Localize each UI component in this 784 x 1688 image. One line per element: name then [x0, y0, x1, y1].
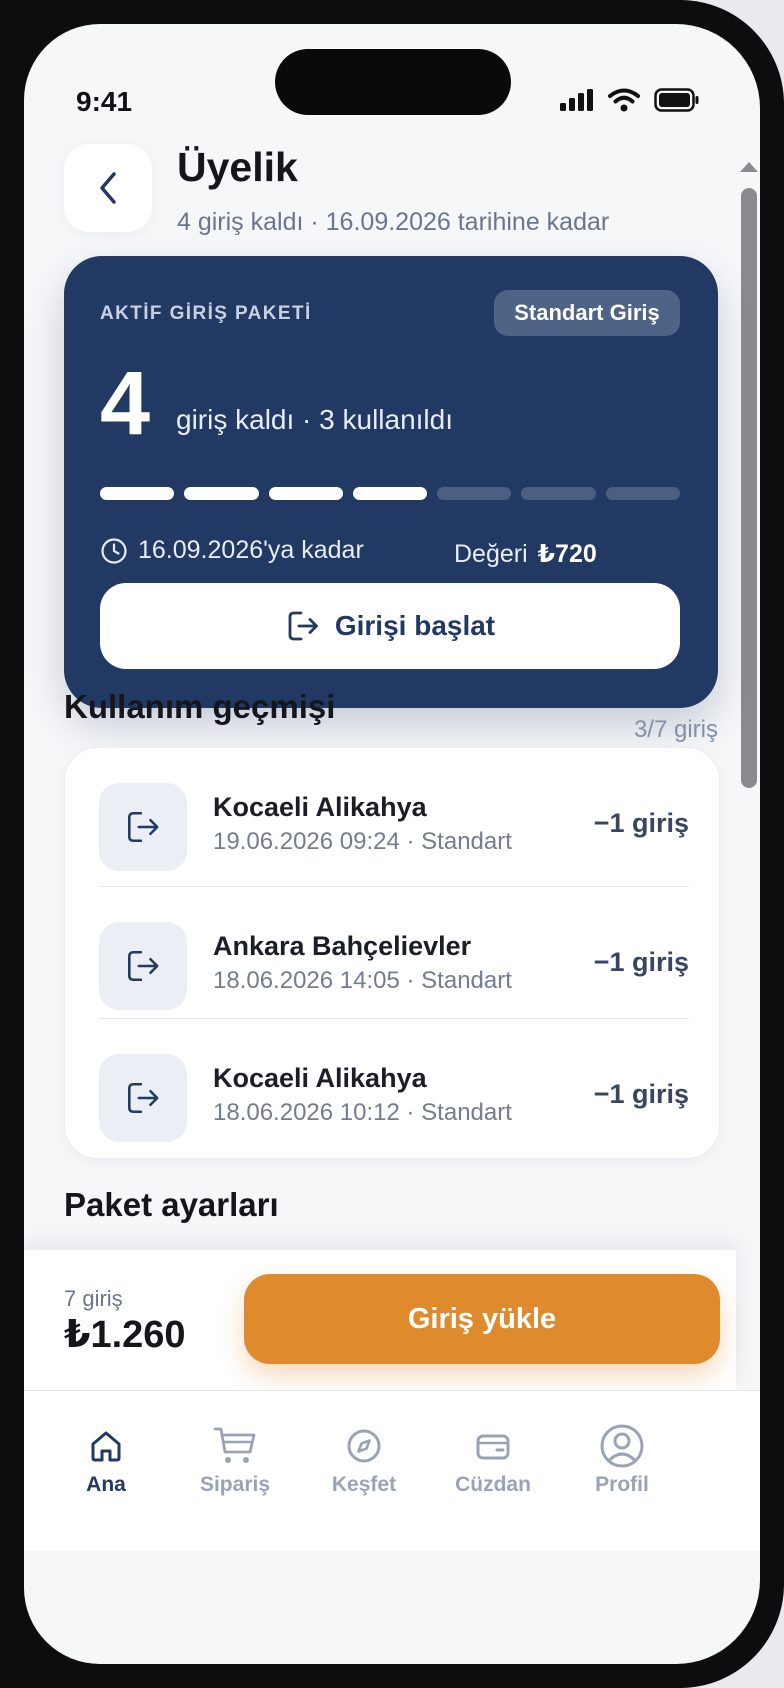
- scrollbar[interactable]: [736, 142, 760, 1500]
- profile-icon: [600, 1424, 644, 1468]
- card-label: AKTİF GİRİŞ PAKETİ: [100, 303, 312, 324]
- history-count: 3/7 giriş: [633, 716, 718, 743]
- history-item-subtitle: 18.06.2026 10:12 · Standart: [213, 1099, 512, 1126]
- screen: 9:41 Üyelik 4 giriş kaldı · 16.09.2026 t…: [24, 24, 760, 1664]
- package-value: Değeri ₺720: [454, 539, 597, 569]
- tab-bar: Ana Sipariş Keşfet Cüzdan Profil: [24, 1390, 760, 1551]
- start-entry-label: Girişi başlat: [334, 610, 496, 641]
- exit-icon: [288, 611, 318, 641]
- value-label: Değeri: [454, 540, 528, 568]
- progress-segment-used: [521, 487, 596, 500]
- value-amount: ₺720: [537, 540, 597, 568]
- progress-segment-used: [605, 487, 680, 500]
- tab-label: Keşfet: [331, 1473, 397, 1496]
- history-item[interactable]: Kocaeli Alikahya 19.06.2026 09:24 · Stan…: [99, 748, 689, 880]
- remaining-label: giriş kaldı · 3 kullanıldı: [176, 404, 454, 435]
- progress-segment-remaining: [268, 487, 343, 500]
- remaining-count: 4: [100, 354, 151, 454]
- history-item-title: Kocaeli Alikahya: [213, 792, 427, 822]
- history-item-subtitle: 19.06.2026 09:24 · Standart: [213, 828, 512, 855]
- status-icons: [560, 88, 700, 112]
- exit-icon: [128, 812, 159, 842]
- tab-label: Cüzdan: [455, 1473, 531, 1496]
- progress-segment-remaining: [184, 487, 259, 500]
- usage-progress: [100, 487, 680, 500]
- history-list: Kocaeli Alikahya 19.06.2026 09:24 · Stan…: [64, 747, 720, 1159]
- history-item-title: Ankara Bahçelievler: [213, 931, 472, 961]
- page-title: Üyelik: [177, 144, 298, 190]
- expiry-date: 16.09.2026'ya kadar: [138, 536, 364, 564]
- status-time: 9:41: [76, 86, 133, 117]
- exit-icon: [128, 1083, 159, 1113]
- history-item-amount: −1 giriş: [593, 808, 689, 838]
- exit-icon-container: [99, 922, 187, 1010]
- home-icon: [91, 1431, 121, 1462]
- tab-label: Profil: [595, 1473, 649, 1496]
- expiry-info: 16.09.2026'ya kadar: [100, 536, 364, 565]
- scroll-up-arrow[interactable]: [740, 162, 758, 172]
- tab-label: Ana: [86, 1473, 126, 1496]
- wallet-icon: [476, 1434, 510, 1460]
- load-entries-button[interactable]: Giriş yükle: [244, 1274, 720, 1364]
- history-item[interactable]: Kocaeli Alikahya 18.06.2026 10:12 · Stan…: [99, 1018, 689, 1151]
- exit-icon-container: [99, 783, 187, 871]
- battery-icon: [654, 88, 699, 112]
- signal-icon: [560, 89, 593, 111]
- compass-icon: [347, 1429, 381, 1463]
- back-button[interactable]: [64, 144, 152, 232]
- progress-segment-remaining: [100, 487, 175, 500]
- tab-profil[interactable]: Profil: [562, 1423, 682, 1497]
- active-package-card: AKTİF GİRİŞ PAKETİ Standart Giriş 4 giri…: [64, 256, 718, 708]
- dynamic-island: [275, 49, 511, 115]
- page-subtitle: 4 giriş kaldı · 16.09.2026 tarihine kada…: [177, 208, 610, 236]
- chevron-left-icon: [100, 172, 116, 204]
- purchase-price: ₺1.260: [64, 1314, 186, 1356]
- history-item[interactable]: Ankara Bahçelievler 18.06.2026 14:05 · S…: [99, 886, 689, 1019]
- tab-label: Sipariş: [199, 1473, 271, 1496]
- purchase-bar: 7 giriş ₺1.260 Giriş yükle: [24, 1250, 736, 1390]
- tab-ana[interactable]: Ana: [46, 1423, 166, 1497]
- progress-segment-used: [437, 487, 512, 500]
- phone-frame: 9:41 Üyelik 4 giriş kaldı · 16.09.2026 t…: [0, 0, 784, 1688]
- exit-icon: [128, 951, 159, 981]
- tab-kesfet[interactable]: Keşfet: [304, 1423, 424, 1497]
- start-entry-button[interactable]: Girişi başlat: [100, 583, 680, 669]
- scrollbar-thumb[interactable]: [741, 188, 757, 788]
- history-item-subtitle: 18.06.2026 14:05 · Standart: [213, 967, 512, 994]
- settings-title: Paket ayarları: [64, 1186, 279, 1223]
- clock-icon: [101, 537, 127, 564]
- history-item-amount: −1 giriş: [593, 947, 689, 977]
- progress-segment-remaining: [352, 487, 428, 500]
- package-type-badge: Standart Giriş: [494, 290, 680, 336]
- history-title: Kullanım geçmişi: [64, 688, 336, 725]
- history-item-title: Kocaeli Alikahya: [213, 1063, 427, 1093]
- tab-siparis[interactable]: Sipariş: [175, 1423, 295, 1497]
- wifi-icon: [608, 88, 640, 112]
- tab-cuzdan[interactable]: Cüzdan: [433, 1423, 553, 1497]
- cart-icon: [213, 1427, 256, 1463]
- history-item-amount: −1 giriş: [593, 1079, 689, 1109]
- purchase-count: 7 giriş: [64, 1286, 123, 1311]
- exit-icon-container: [99, 1054, 187, 1142]
